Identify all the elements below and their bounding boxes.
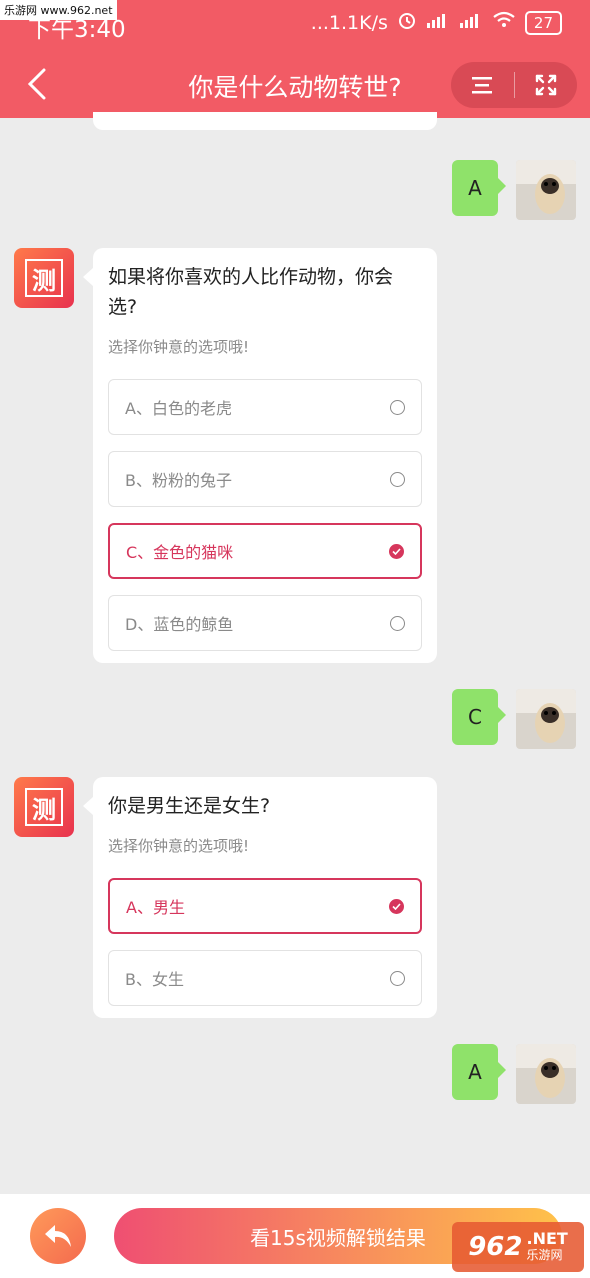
check-icon xyxy=(389,543,404,559)
question-title: 如果将你喜欢的人比作动物，你会选? xyxy=(108,266,394,318)
option-a[interactable]: A、白色的老虎 xyxy=(108,379,422,435)
option-label: A、男生 xyxy=(126,898,185,917)
bot-avatar: 测 xyxy=(14,248,74,308)
question-card: 如果将你喜欢的人比作动物，你会选? 选择你钟意的选项哦! A、白色的老虎 B、粉… xyxy=(83,248,437,663)
user-avatar xyxy=(516,689,576,749)
signal-icon-2 xyxy=(459,11,483,34)
question-subtitle: 选择你钟意的选项哦! xyxy=(108,837,250,855)
option-label: D、蓝色的鲸鱼 xyxy=(125,615,234,634)
user-message: C xyxy=(452,689,576,749)
user-avatar xyxy=(516,1044,576,1104)
question-subtitle: 选择你钟意的选项哦! xyxy=(108,338,250,356)
option-c[interactable]: C、金色的猫咪 xyxy=(108,523,422,579)
watermark-domain: .NET xyxy=(526,1229,568,1248)
watermark-cn: 乐游网 xyxy=(526,1248,563,1262)
bot-avatar: 测 xyxy=(14,777,74,837)
option-b[interactable]: B、女生 xyxy=(108,950,422,1006)
close-button[interactable] xyxy=(515,62,578,108)
radio-icon xyxy=(390,399,405,415)
menu-icon xyxy=(472,77,493,94)
user-avatar xyxy=(516,160,576,220)
watermark-number: 962 xyxy=(468,1232,523,1262)
undo-arrow-icon xyxy=(45,1225,71,1247)
user-answer-bubble: A xyxy=(452,1044,506,1100)
question-title: 你是男生还是女生? xyxy=(108,795,271,817)
signal-icon xyxy=(426,11,450,34)
check-icon xyxy=(389,898,404,914)
option-label: B、女生 xyxy=(125,970,184,989)
previous-message-card xyxy=(93,112,437,130)
mini-program-capsule xyxy=(451,62,577,108)
user-message: A xyxy=(452,160,576,220)
user-answer-bubble: C xyxy=(452,689,506,745)
app-header: 下午3:40 ...1.1K/s 27 乐游网 www.962.net 你是什么… xyxy=(0,0,590,118)
user-message: A xyxy=(452,1044,576,1104)
option-label: B、粉粉的兔子 xyxy=(125,471,232,490)
option-label: A、白色的老虎 xyxy=(125,399,232,418)
user-answer-bubble: A xyxy=(452,160,506,216)
radio-icon xyxy=(390,970,405,986)
close-target-icon xyxy=(535,74,556,96)
question-card: 你是男生还是女生? 选择你钟意的选项哦! A、男生 B、女生 xyxy=(83,777,437,1018)
bot-avatar-glyph: 测 xyxy=(25,259,63,297)
alarm-icon xyxy=(397,10,417,35)
radio-icon xyxy=(390,471,405,487)
menu-button[interactable] xyxy=(451,62,514,108)
site-badge-watermark: 962 .NET 乐游网 xyxy=(452,1222,584,1272)
option-d[interactable]: D、蓝色的鲸鱼 xyxy=(108,595,422,651)
option-b[interactable]: B、粉粉的兔子 xyxy=(108,451,422,507)
network-speed: ...1.1K/s xyxy=(310,11,388,34)
bot-avatar-glyph: 测 xyxy=(25,788,63,826)
radio-icon xyxy=(390,615,405,631)
battery-indicator: 27 xyxy=(524,10,562,35)
watermark-text: .NET 乐游网 xyxy=(526,1231,567,1263)
site-watermark: 乐游网 www.962.net xyxy=(0,0,117,20)
wifi-icon xyxy=(492,11,516,34)
restart-button[interactable] xyxy=(30,1208,86,1264)
option-label: C、金色的猫咪 xyxy=(126,543,234,562)
option-a[interactable]: A、男生 xyxy=(108,878,422,934)
status-icons: ...1.1K/s 27 xyxy=(311,10,562,35)
